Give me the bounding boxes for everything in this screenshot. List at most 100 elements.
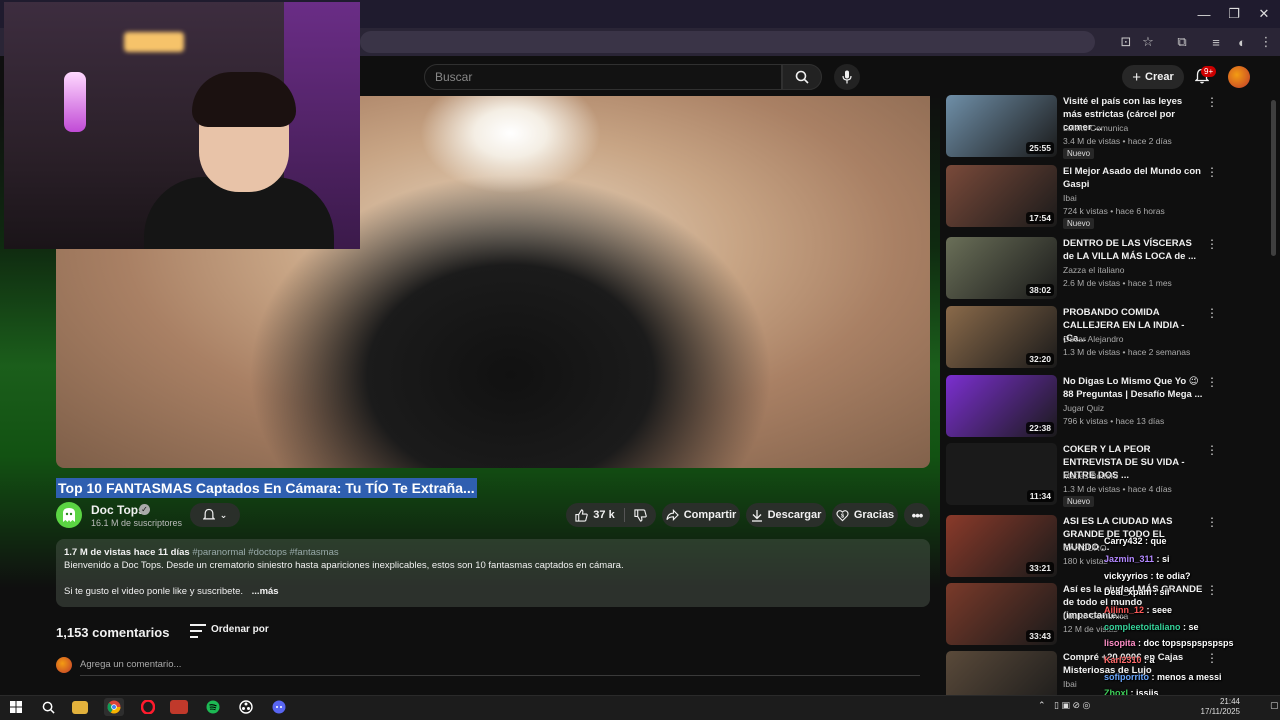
recommended-channel[interactable]: Jugar Quiz xyxy=(1063,403,1104,413)
recommended-channel[interactable]: Luisito Comunica xyxy=(1063,123,1128,133)
comment-input[interactable]: Agrega un comentario... xyxy=(80,659,181,670)
media-icon[interactable]: ≡ xyxy=(1206,32,1226,52)
recommended-video[interactable]: 32:20 PROBANDO COMIDA CALLEJERA EN LA IND… xyxy=(946,306,1266,370)
video-duration: 22:38 xyxy=(1026,422,1054,434)
more-vertical-icon[interactable]: ⋮ xyxy=(1206,443,1218,457)
recommended-channel[interactable]: Ibai xyxy=(1063,679,1077,689)
recommended-stats: 724 k vistas • hace 6 horas xyxy=(1063,206,1165,216)
video-description[interactable]: 1.7 M de vistas hace 11 días #paranormal… xyxy=(56,539,930,607)
obs-icon[interactable] xyxy=(236,698,256,716)
recommended-channel[interactable]: Ibai xyxy=(1063,193,1077,203)
recommended-channel[interactable]: Oscar Alejandro xyxy=(1063,334,1123,344)
recommended-video[interactable]: 25:55 Visité el país con las leyes más es… xyxy=(946,95,1266,159)
recommended-video[interactable]: 17:54 El Mejor Asado del Mundo con Gaspi I… xyxy=(946,165,1266,229)
recommended-video[interactable]: 38:02 DENTRO DE LAS VÍSCERAS de LA VILLA … xyxy=(946,237,1266,301)
subscriber-count: 16.1 M de suscriptores xyxy=(91,518,183,528)
more-vertical-icon[interactable]: ⋮ xyxy=(1206,515,1218,529)
chat-message: Jazmin_311 : si xyxy=(1104,554,1170,564)
recommended-channel[interactable]: CANGURO xyxy=(1063,543,1106,553)
tray-icons[interactable]: ▯ ▣ ⊘ ◎ xyxy=(1054,700,1090,711)
webcam-lamp xyxy=(64,72,86,132)
chrome-icon[interactable] xyxy=(104,698,124,716)
video-thumbnail[interactable]: 33:43 xyxy=(946,583,1057,645)
windows-start-icon[interactable] xyxy=(6,698,26,716)
recommended-title[interactable]: DENTRO DE LAS VÍSCERAS de LA VILLA MÁS L… xyxy=(1063,237,1203,263)
video-thumbnail[interactable]: 22:38 xyxy=(946,375,1057,437)
recommended-video[interactable]: 22:38 No Digas Lo Mismo Que Yo 😉 88 Pregu… xyxy=(946,375,1266,439)
user-avatar[interactable] xyxy=(1228,66,1250,88)
opera-icon[interactable] xyxy=(138,698,158,716)
chat-username: Jazmin_311 xyxy=(1104,554,1155,564)
view-count-date: 1.7 M de vistas hace 11 días xyxy=(64,547,190,558)
spotify-icon[interactable] xyxy=(203,698,223,716)
discord-icon[interactable] xyxy=(269,698,289,716)
show-more-link[interactable]: ...más xyxy=(252,586,279,597)
video-thumbnail[interactable]: 33:21 xyxy=(946,515,1057,577)
thumbs-down-icon[interactable] xyxy=(634,508,647,522)
more-actions-button[interactable]: ••• xyxy=(904,503,930,527)
create-label: Crear xyxy=(1145,71,1174,83)
search-button[interactable] xyxy=(782,64,822,90)
video-duration: 11:34 xyxy=(1026,490,1054,502)
address-bar[interactable] xyxy=(360,31,1095,53)
bell-icon xyxy=(202,508,215,520)
more-vertical-icon[interactable]: ⋮ xyxy=(1206,583,1218,597)
search-icon[interactable] xyxy=(38,698,58,716)
restore-button[interactable]: ❐ xyxy=(1220,4,1248,24)
video-thumbnail[interactable]: 25:55 xyxy=(946,95,1057,157)
more-horizontal-icon: ••• xyxy=(911,507,924,523)
voice-search-button[interactable] xyxy=(834,64,860,90)
more-vertical-icon[interactable]: ⋮ xyxy=(1206,306,1218,320)
subscription-bell-button[interactable]: ⌄ xyxy=(190,503,240,527)
more-vertical-icon[interactable]: ⋮ xyxy=(1206,95,1218,109)
minimize-button[interactable]: — xyxy=(1190,4,1218,24)
video-thumbnail[interactable]: 17:54 xyxy=(946,165,1057,227)
more-vertical-icon[interactable]: ⋮ xyxy=(1206,375,1218,389)
notification-center-icon[interactable]: ▢ xyxy=(1270,700,1279,711)
recommended-title[interactable]: El Mejor Asado del Mundo con Gaspi xyxy=(1063,165,1203,191)
chat-message: compleetoitaliano : se xyxy=(1104,622,1199,632)
extensions-icon[interactable]: ⧉ xyxy=(1172,32,1192,52)
recommended-channel[interactable]: Matías Bottero xyxy=(1063,471,1118,481)
recommended-video[interactable]: 33:21 ASI ES LA CIUDAD MAS GRANDE DE TODO… xyxy=(946,515,1266,579)
more-vertical-icon[interactable]: ⋮ xyxy=(1206,237,1218,251)
sort-icon[interactable] xyxy=(190,624,206,638)
install-icon[interactable]: ⊡ xyxy=(1116,32,1136,52)
video-thumbnail[interactable]: 32:20 xyxy=(946,306,1057,368)
video-thumbnail[interactable]: 38:02 xyxy=(946,237,1057,299)
sidebar-scrollbar[interactable] xyxy=(1271,100,1276,256)
file-explorer-icon[interactable] xyxy=(72,701,88,714)
browser-menu-icon[interactable]: ⋮ xyxy=(1256,32,1276,52)
download-button[interactable]: Descargar xyxy=(746,503,826,527)
more-vertical-icon[interactable]: ⋮ xyxy=(1206,165,1218,179)
bookmark-star-icon[interactable]: ☆ xyxy=(1138,32,1158,52)
description-line-1: Bienvenido a Doc Tops. Desde un cremator… xyxy=(64,560,624,571)
taskbar-clock[interactable]: 21:44 17/11/2025 xyxy=(1200,697,1240,717)
thanks-button[interactable]: $ Gracias xyxy=(832,503,898,527)
profile-icon[interactable]: ◐ xyxy=(1232,32,1252,52)
chat-text: a xyxy=(1149,655,1155,665)
stream-app-icon[interactable] xyxy=(170,700,188,714)
channel-name[interactable]: Doc Tops xyxy=(91,503,145,517)
hashtags[interactable]: #paranormal #doctops #fantasmas xyxy=(192,547,338,558)
tray-chevron-icon[interactable]: ⌃ xyxy=(1038,700,1046,711)
recommended-video[interactable]: 11:34 COKER Y LA PEOR ENTREVISTA DE SU VI… xyxy=(946,443,1266,507)
chat-separator: : xyxy=(1142,536,1151,546)
chat-separator: : xyxy=(1151,587,1160,597)
recommended-channel[interactable]: Zazza el italiano xyxy=(1063,265,1124,275)
more-vertical-icon[interactable]: ⋮ xyxy=(1206,651,1218,665)
create-button[interactable]: + Crear xyxy=(1122,65,1184,89)
chat-username: Deal_xpam xyxy=(1104,587,1152,597)
video-thumbnail[interactable]: 11:34 xyxy=(946,443,1057,505)
search-input[interactable]: Buscar xyxy=(424,64,782,90)
close-button[interactable]: ✕ xyxy=(1250,4,1278,24)
sort-by-button[interactable]: Ordenar por xyxy=(211,624,269,635)
clock-date: 17/11/2025 xyxy=(1200,707,1240,716)
description-line-2: Si te gusto el video ponle like y suscri… xyxy=(64,586,244,597)
share-button[interactable]: Compartir xyxy=(662,503,740,527)
recommended-title[interactable]: No Digas Lo Mismo Que Yo 😉 88 Preguntas … xyxy=(1063,375,1203,401)
channel-avatar[interactable] xyxy=(56,502,82,528)
search-icon xyxy=(795,70,809,84)
video-duration: 25:55 xyxy=(1026,142,1054,154)
like-button[interactable]: 37 k xyxy=(575,508,615,522)
